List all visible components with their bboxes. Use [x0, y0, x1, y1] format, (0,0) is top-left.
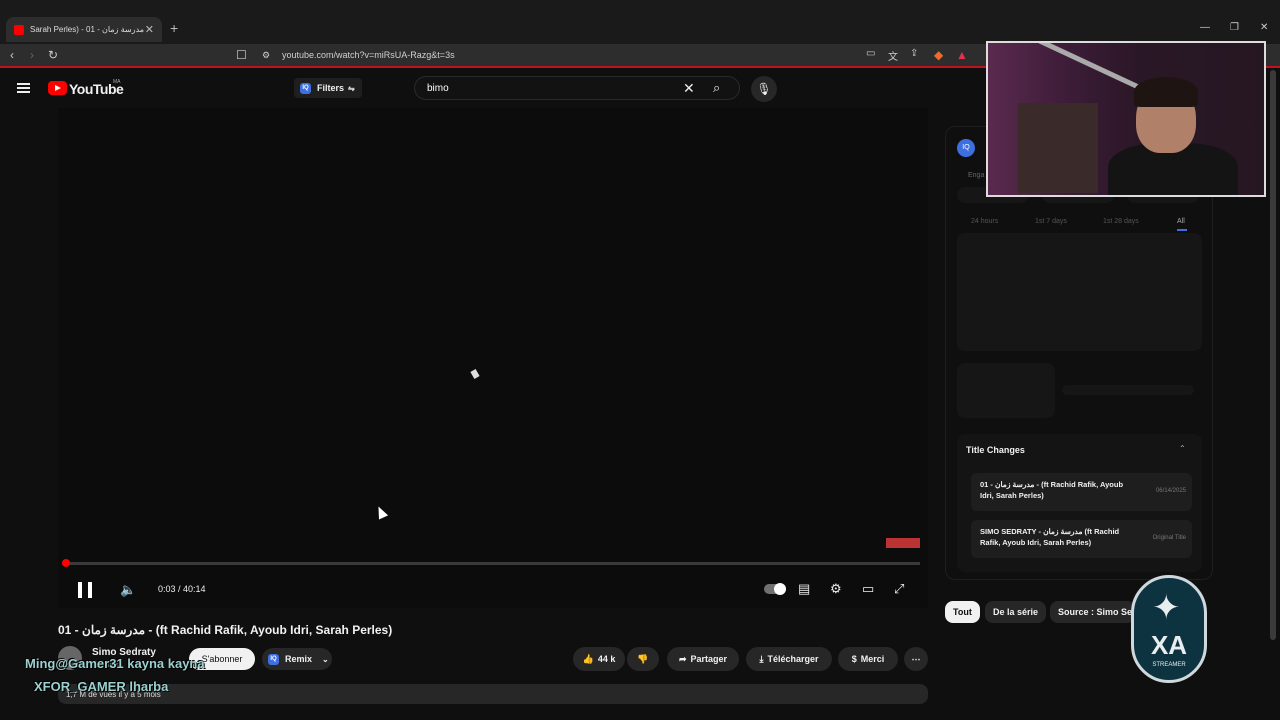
reload-icon[interactable]: ↻	[48, 48, 58, 62]
logo-subtext: STREAMER	[1152, 662, 1186, 668]
streamer-logo: ✦ XA STREAMER	[1131, 575, 1207, 683]
chat-message: Ming@Gamer31 kayna kayna	[25, 656, 205, 671]
background-shelf	[1018, 103, 1098, 193]
site-info-icon[interactable]: ⚙	[262, 50, 270, 61]
dollar-icon: $	[851, 654, 857, 664]
share-button[interactable]: ➦ Partager	[667, 647, 739, 671]
time-display: 0:03 / 40:14	[158, 584, 206, 594]
bookmark-icon[interactable]: ☐	[236, 48, 247, 62]
region-code: MA	[113, 79, 121, 85]
translate-icon[interactable]: 文	[888, 48, 898, 63]
engagement-label: Enga	[968, 172, 985, 179]
voice-search-icon[interactable]: 🎙	[751, 76, 777, 102]
eagle-icon: ✦	[1152, 589, 1181, 627]
remix-label: Remix	[285, 654, 313, 664]
search-icon[interactable]: ⌕	[713, 80, 720, 96]
chevron-down-icon: ⌄	[322, 654, 329, 664]
share-icon: ➦	[678, 653, 687, 664]
clear-search-icon[interactable]: ✕	[683, 80, 695, 97]
remix-button[interactable]: IQ Remix ⌄	[262, 648, 332, 670]
fullscreen-icon[interactable]: ⤢	[894, 581, 904, 597]
browser-tab-bar: Sarah Perles) - 01 - مدرسة زمان ✕ + — ❐ …	[0, 0, 1280, 44]
maximize-icon[interactable]: ❐	[1230, 22, 1239, 33]
title-changes-heading: Title Changes	[966, 445, 1025, 455]
skeleton-chart	[957, 233, 1202, 351]
skeleton-line	[1062, 385, 1194, 395]
download-button[interactable]: ⤓ Télécharger	[746, 647, 832, 671]
title-change-date: Original Title	[1152, 535, 1186, 541]
more-actions-icon[interactable]: ⋯	[904, 647, 928, 671]
video-title: 01 - مدرسة زمان - (ft Rachid Rafik, Ayou…	[58, 623, 393, 637]
tab-28-days[interactable]: 1st 28 days	[1103, 218, 1139, 225]
share-label: Partager	[690, 654, 728, 664]
filters-button[interactable]: IQ Filters ⇋	[294, 78, 362, 98]
youtube-logo-icon[interactable]	[48, 81, 67, 95]
page-scrollbar[interactable]	[1270, 70, 1276, 640]
thanks-button[interactable]: $ Merci	[838, 647, 898, 671]
video-player[interactable]	[58, 108, 928, 608]
search-box[interactable]: bimo ✕ ⌕	[414, 76, 740, 100]
title-change-text: SIMO SEDRATY - مدرسة زمان (ft Rachid Raf…	[980, 527, 1120, 547]
subtitles-icon[interactable]: ▤	[798, 581, 810, 597]
menu-icon[interactable]	[17, 83, 30, 93]
autoplay-toggle[interactable]	[764, 583, 786, 595]
chat-message: XFOR_GAMER lharba	[34, 679, 169, 694]
title-change-row: 01 - مدرسة زمان - (ft Rachid Rafik, Ayou…	[971, 473, 1192, 511]
download-label: Télécharger	[767, 654, 819, 664]
iq-icon[interactable]: IQ	[957, 139, 975, 157]
cast-icon[interactable]: ▭	[866, 48, 875, 59]
youtube-header: YouTube MA IQ Filters ⇋ bimo ✕ ⌕ 🎙	[0, 70, 940, 108]
title-change-date: 06/14/2025	[1155, 488, 1186, 494]
close-tab-icon[interactable]: ✕	[145, 23, 154, 36]
iq-icon: IQ	[268, 653, 279, 665]
browser-tab[interactable]: Sarah Perles) - 01 - مدرسة زمان ✕	[6, 17, 162, 42]
sliders-icon: ⇋	[348, 83, 355, 93]
close-window-icon[interactable]: ✕	[1260, 22, 1268, 33]
chip-series[interactable]: De la série	[985, 601, 1047, 623]
like-count: 44 k	[597, 654, 616, 664]
scrubber-handle[interactable]	[62, 559, 70, 567]
new-tab-icon[interactable]: +	[170, 20, 178, 36]
chip-all[interactable]: Tout	[945, 601, 980, 623]
back-icon[interactable]: ‹	[10, 48, 14, 62]
progress-bar[interactable]	[66, 562, 920, 565]
chevron-up-icon[interactable]: ⌃	[1179, 444, 1186, 453]
tab-7-days[interactable]: 1st 7 days	[1035, 218, 1067, 225]
chip-source[interactable]: Source : Simo Sedr	[1050, 601, 1135, 623]
dislike-button[interactable]: 👎	[627, 647, 659, 671]
url-field[interactable]: youtube.com/watch?v=miRsUA-Razg&t=3s	[282, 50, 455, 60]
thanks-label: Merci	[860, 654, 885, 664]
settings-gear-icon[interactable]: ⚙	[830, 581, 842, 597]
theater-mode-icon[interactable]: ▭	[862, 581, 874, 597]
filters-label: Filters	[317, 83, 345, 93]
logo-text: XA	[1150, 630, 1188, 660]
thumbs-down-icon: 👎	[637, 653, 649, 664]
download-icon: ⤓	[759, 653, 764, 664]
description-box[interactable]: 1,7 M de vues il y a 5 mois	[58, 684, 928, 704]
title-change-row: SIMO SEDRATY - مدرسة زمان (ft Rachid Raf…	[971, 520, 1192, 558]
thumbs-up-icon: 👍	[582, 653, 594, 664]
search-input[interactable]: bimo	[427, 83, 449, 94]
channel-watermark	[886, 538, 920, 548]
iq-icon: IQ	[300, 82, 311, 94]
forward-icon[interactable]: ›	[30, 48, 34, 62]
tab-all[interactable]: All	[1177, 218, 1185, 225]
streamer-hair	[1134, 77, 1198, 107]
webcam-overlay	[986, 41, 1266, 197]
skeleton-block	[957, 363, 1055, 418]
volume-icon[interactable]: 🔈	[120, 582, 136, 598]
pause-icon[interactable]	[78, 582, 92, 598]
minimize-icon[interactable]: —	[1200, 22, 1210, 33]
youtube-favicon-icon	[14, 24, 24, 35]
brave-shield-icon[interactable]: ◆	[934, 48, 943, 62]
title-change-text: 01 - مدرسة زمان - (ft Rachid Rafik, Ayou…	[980, 480, 1124, 500]
tab-title: Sarah Perles) - 01 - مدرسة زمان	[30, 25, 145, 34]
active-tab-indicator	[1177, 229, 1187, 231]
share-page-icon[interactable]: ⇪	[910, 48, 918, 59]
rewards-icon[interactable]: ▲	[956, 48, 968, 62]
player-controls: 🔈 0:03 / 40:14 ▤ ⚙ ▭ ⤢	[58, 574, 928, 604]
tab-24-hours[interactable]: 24 hours	[971, 218, 998, 225]
like-button[interactable]: 👍 44 k	[573, 647, 625, 671]
